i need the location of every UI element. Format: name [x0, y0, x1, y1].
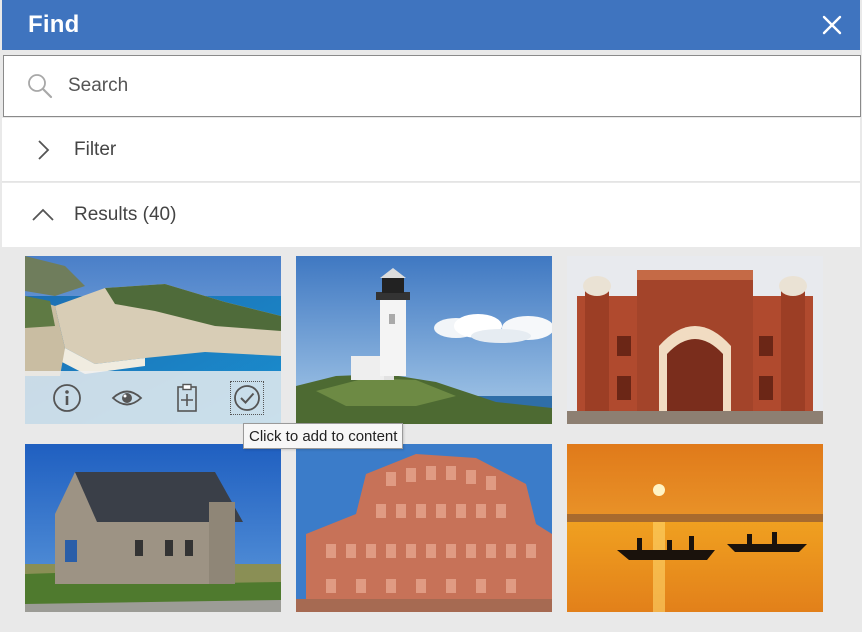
- result-thumbnail[interactable]: [567, 256, 823, 424]
- results-label: Results (40): [74, 204, 177, 225]
- results-grid: [0, 247, 862, 632]
- info-icon[interactable]: [51, 382, 83, 414]
- filter-label: Filter: [74, 138, 117, 160]
- search-input[interactable]: [68, 75, 768, 97]
- stone-chapel-image: [25, 444, 281, 612]
- results-section-toggle[interactable]: Results (40): [2, 183, 860, 247]
- result-thumbnail[interactable]: [296, 256, 552, 424]
- add-to-content-tooltip: Click to add to content: [243, 423, 404, 449]
- add-clipboard-icon[interactable]: [171, 382, 203, 414]
- result-thumbnail[interactable]: [25, 256, 281, 424]
- chevron-up-icon: [32, 204, 54, 226]
- select-check-icon[interactable]: [230, 380, 264, 415]
- preview-eye-icon[interactable]: [111, 382, 143, 414]
- lighthouse-image: [296, 256, 552, 424]
- find-panel: Find Filter Results (40): [0, 0, 862, 632]
- search-icon: [26, 72, 54, 100]
- river-sunset-image: [567, 444, 823, 612]
- close-icon[interactable]: [818, 11, 846, 39]
- chevron-right-icon: [32, 139, 54, 161]
- mosque-gateway-image: [567, 256, 823, 424]
- filter-section-toggle[interactable]: Filter: [2, 118, 860, 182]
- palace-facade-image: [296, 444, 552, 612]
- search-box: [3, 55, 861, 117]
- panel-header: Find: [2, 0, 860, 50]
- result-thumbnail[interactable]: [25, 444, 281, 612]
- result-thumbnail[interactable]: [296, 444, 552, 612]
- thumbnail-actions-bar: [25, 371, 281, 424]
- result-thumbnail[interactable]: [567, 444, 823, 612]
- panel-title: Find: [28, 11, 80, 38]
